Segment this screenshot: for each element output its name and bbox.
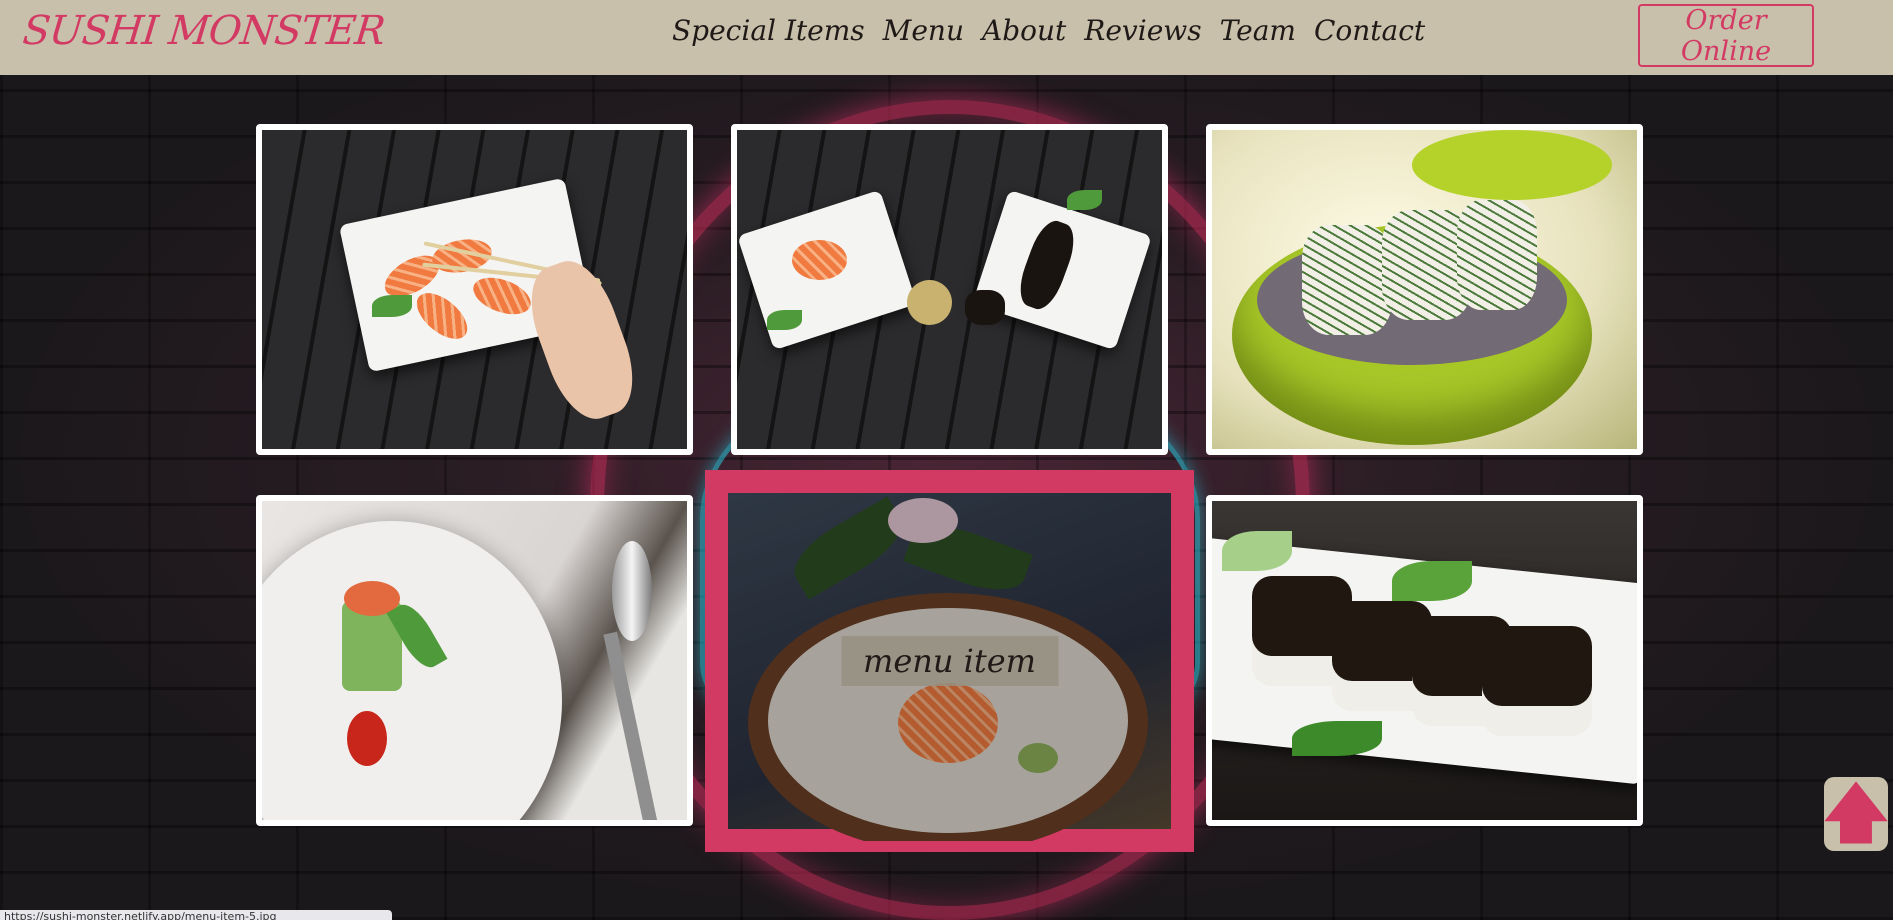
- nav-contact[interactable]: Contact: [1314, 14, 1425, 47]
- sushi-chopsticks-photo: [262, 130, 687, 449]
- nav-menu[interactable]: Menu: [883, 14, 964, 47]
- gallery-item-4[interactable]: [256, 495, 693, 826]
- eel-nigiri-photo: [1212, 501, 1637, 820]
- nav-about[interactable]: About: [982, 14, 1066, 47]
- sashimi-plates-photo: [737, 130, 1162, 449]
- order-online-button[interactable]: Order Online: [1638, 4, 1814, 67]
- cucumber-roll-photo: [262, 501, 687, 820]
- site-header: SUSHI MONSTER Special Items Menu About R…: [0, 0, 1893, 75]
- sushi-bowl-photo: [1212, 130, 1637, 449]
- nav-team[interactable]: Team: [1220, 14, 1296, 47]
- arrow-up-icon: 🡅: [1823, 777, 1889, 851]
- nav-reviews[interactable]: Reviews: [1084, 14, 1201, 47]
- nav-special-items[interactable]: Special Items: [672, 14, 865, 47]
- menu-item-caption: menu item: [840, 636, 1059, 686]
- scroll-to-top-button[interactable]: 🡅: [1823, 777, 1889, 851]
- status-url: https://sushi-monster.netlify.app/menu-i…: [0, 910, 392, 920]
- gallery-item-5[interactable]: menu item: [705, 470, 1194, 852]
- gallery-item-3[interactable]: [1206, 124, 1643, 455]
- gallery-item-1[interactable]: [256, 124, 693, 455]
- site-logo[interactable]: SUSHI MONSTER: [21, 8, 387, 54]
- gallery-item-6[interactable]: [1206, 495, 1643, 826]
- sashimi-platter-photo: menu item: [728, 493, 1171, 841]
- gallery-item-2[interactable]: [731, 124, 1168, 455]
- main-nav: Special Items Menu About Reviews Team Co…: [672, 14, 1425, 47]
